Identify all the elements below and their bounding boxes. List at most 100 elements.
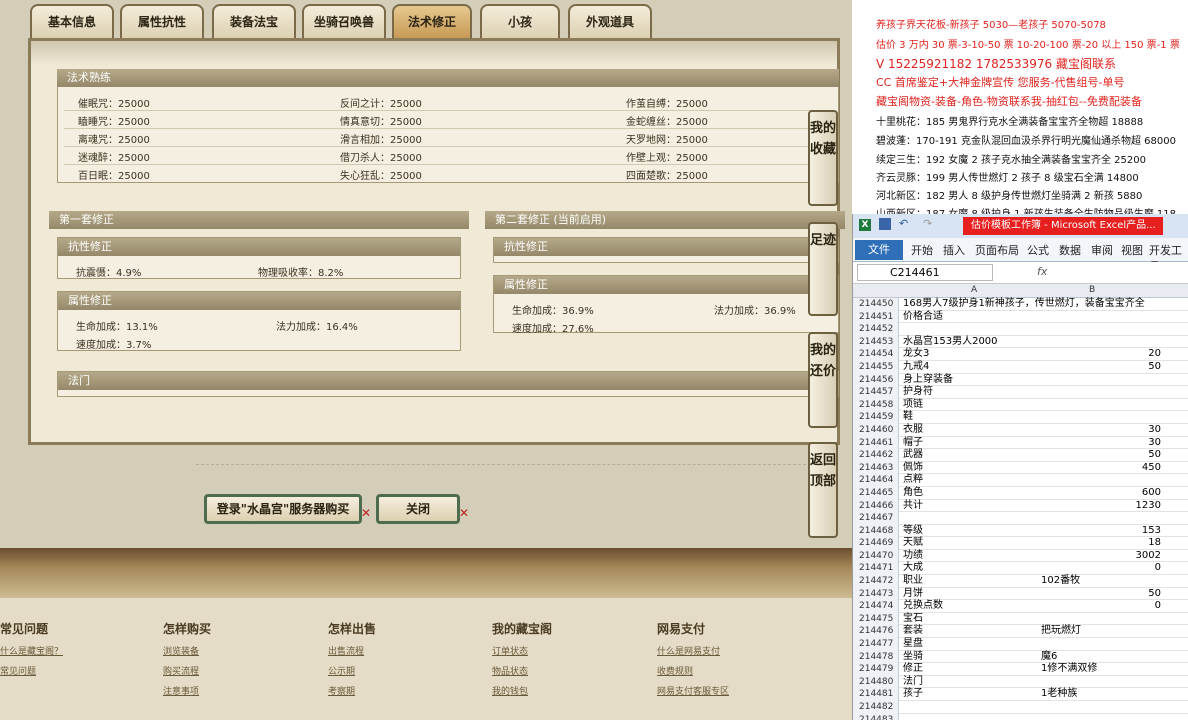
table-row[interactable]: 214482 — [853, 701, 1188, 714]
cell-b[interactable]: 0 — [1041, 600, 1161, 612]
row-number[interactable]: 214451 — [853, 310, 899, 324]
cell-a[interactable]: 宝石 — [903, 613, 923, 625]
row-number[interactable]: 214463 — [853, 461, 899, 475]
cell-a[interactable]: 法门 — [903, 676, 923, 688]
table-row[interactable]: 214451 价格合适 — [853, 310, 1188, 324]
table-row[interactable]: 214455 九戒4 50 — [853, 360, 1188, 374]
cell-b[interactable]: 1230 — [1041, 500, 1161, 512]
row-number[interactable]: 214478 — [853, 650, 899, 664]
cell-b[interactable]: 30 — [1041, 424, 1161, 436]
cell-a[interactable]: 项链 — [903, 399, 923, 411]
row-number[interactable]: 214461 — [853, 436, 899, 450]
table-row[interactable]: 214452 — [853, 323, 1188, 336]
cell-b[interactable]: 1老种族 — [1041, 688, 1077, 700]
table-row[interactable]: 214461 帽子 30 — [853, 436, 1188, 450]
table-row[interactable]: 214474 兑换点数 0 — [853, 600, 1188, 613]
ribbon-tab[interactable]: 视图 — [1121, 242, 1143, 258]
cell-a[interactable]: 修正 — [903, 663, 923, 675]
cell-a[interactable]: 龙女3 — [903, 348, 929, 360]
cell-b[interactable]: 把玩燃灯 — [1041, 625, 1081, 637]
table-row[interactable]: 214483 — [853, 713, 1188, 720]
table-row[interactable]: 214463 佩饰 450 — [853, 461, 1188, 475]
table-row[interactable]: 214478 坐骑 魔6 — [853, 650, 1188, 664]
file-tab[interactable]: 文件 — [855, 240, 903, 260]
redo-icon[interactable]: ↷ — [923, 217, 932, 230]
ribbon-tab[interactable]: 数据 — [1059, 242, 1081, 258]
tab-equipment[interactable]: 装备法宝 — [212, 4, 296, 38]
cell-a[interactable]: 护身符 — [903, 386, 933, 398]
back-to-top-button[interactable]: 返回顶部 — [808, 442, 838, 538]
cell-a[interactable]: 九戒4 — [903, 361, 929, 373]
table-row[interactable]: 214473 月饼 50 — [853, 587, 1188, 601]
table-row[interactable]: 214479 修正 1修不满双修 — [853, 663, 1188, 676]
footer-link[interactable]: 什么是网易支付 — [657, 644, 720, 657]
cell-a[interactable]: 兑换点数 — [903, 600, 943, 612]
cell-a[interactable]: 孩子 — [903, 688, 923, 700]
cell-b[interactable]: 50 — [1041, 449, 1161, 461]
row-number[interactable]: 214468 — [853, 524, 899, 538]
table-row[interactable]: 214460 衣服 30 — [853, 423, 1188, 437]
row-number[interactable]: 214479 — [853, 663, 899, 676]
name-box[interactable]: C214461 — [857, 264, 993, 281]
cell-a[interactable]: 大成 — [903, 562, 923, 574]
row-number[interactable]: 214469 — [853, 537, 899, 550]
cell-a[interactable]: 武器 — [903, 449, 923, 461]
cell-a[interactable]: 水晶宫153男人2000 — [903, 336, 998, 348]
cell-a[interactable]: 月饼 — [903, 588, 923, 600]
cell-b[interactable]: 1修不满双修 — [1041, 663, 1097, 675]
tab-mount-summon[interactable]: 坐骑召唤兽 — [302, 4, 386, 38]
row-number[interactable]: 214473 — [853, 587, 899, 601]
cell-a[interactable]: 职业 — [903, 575, 923, 587]
table-row[interactable]: 214458 项链 — [853, 398, 1188, 412]
row-number[interactable]: 214477 — [853, 638, 899, 651]
cell-a[interactable]: 佩饰 — [903, 462, 923, 474]
table-row[interactable]: 214469 天赋 18 — [853, 537, 1188, 550]
buy-on-server-button[interactable]: 登录"水晶宫"服务器购买 ✕ — [204, 494, 371, 524]
row-number[interactable]: 214456 — [853, 373, 899, 387]
table-row[interactable]: 214471 大成 0 — [853, 562, 1188, 576]
row-number[interactable]: 214458 — [853, 398, 899, 412]
cell-b[interactable]: 50 — [1041, 588, 1161, 600]
cell-a[interactable]: 角色 — [903, 487, 923, 499]
table-row[interactable]: 214480 法门 — [853, 675, 1188, 689]
cell-a[interactable]: 天赋 — [903, 537, 923, 549]
footer-link[interactable]: 订单状态 — [492, 644, 528, 657]
table-row[interactable]: 214466 共计 1230 — [853, 499, 1188, 513]
cell-a[interactable]: 帽子 — [903, 437, 923, 449]
footer-link[interactable]: 注意事项 — [163, 684, 199, 697]
footer-link[interactable]: 出售流程 — [328, 644, 364, 657]
row-number[interactable]: 214466 — [853, 499, 899, 513]
table-row[interactable]: 214467 — [853, 512, 1188, 525]
ribbon-tab[interactable]: 插入 — [943, 242, 965, 258]
table-row[interactable]: 214464 点粹 — [853, 474, 1188, 487]
cell-a[interactable]: 点粹 — [903, 474, 923, 486]
ribbon-tab[interactable]: 公式 — [1027, 242, 1049, 258]
row-number[interactable]: 214470 — [853, 549, 899, 563]
table-row[interactable]: 214472 职业 102番牧 — [853, 575, 1188, 588]
table-row[interactable]: 214462 武器 50 — [853, 449, 1188, 462]
row-number[interactable]: 214481 — [853, 688, 899, 701]
row-number[interactable]: 214465 — [853, 486, 899, 500]
row-number[interactable]: 214460 — [853, 423, 899, 437]
cell-b[interactable]: 30 — [1041, 437, 1161, 449]
table-row[interactable]: 214477 星盘 — [853, 638, 1188, 651]
table-row[interactable]: 214468 等级 153 — [853, 524, 1188, 538]
table-row[interactable]: 214457 护身符 — [853, 386, 1188, 399]
my-favorites-button[interactable]: 我的收藏 — [808, 110, 838, 206]
row-number[interactable]: 214467 — [853, 512, 899, 525]
tab-attribute-resist[interactable]: 属性抗性 — [120, 4, 204, 38]
cell-a[interactable]: 鞋 — [903, 411, 913, 423]
footer-link[interactable]: 网易支付客服专区 — [657, 684, 729, 697]
cell-b[interactable]: 50 — [1041, 361, 1161, 373]
footer-link[interactable]: 考察期 — [328, 684, 355, 697]
tab-basic-info[interactable]: 基本信息 — [30, 4, 114, 38]
my-bargain-button[interactable]: 我的还价 — [808, 332, 838, 428]
cell-b[interactable]: 20 — [1041, 348, 1161, 360]
row-number[interactable]: 214474 — [853, 600, 899, 613]
ribbon-tab[interactable]: 开始 — [911, 242, 933, 258]
table-row[interactable]: 214465 角色 600 — [853, 486, 1188, 500]
cell-a[interactable]: 身上穿装备 — [903, 374, 953, 386]
fx-icon[interactable]: fx — [1037, 265, 1047, 278]
footer-link[interactable]: 公示期 — [328, 664, 355, 677]
row-number[interactable]: 214459 — [853, 411, 899, 424]
